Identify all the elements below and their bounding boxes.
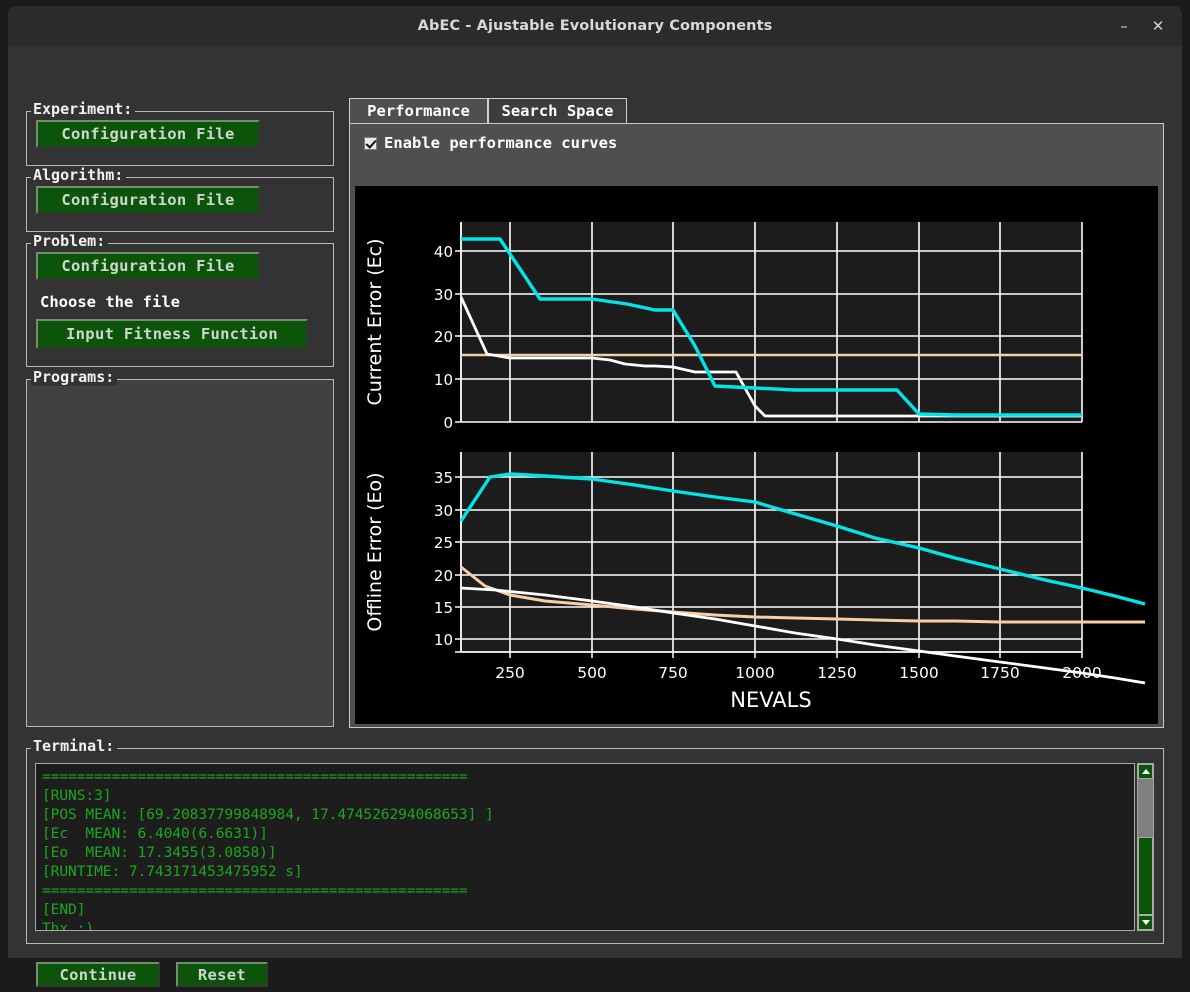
eo-ylabel: Offline Error (Eo) xyxy=(364,472,386,631)
triangle-down-icon xyxy=(1141,920,1150,925)
input-fitness-function-button[interactable]: Input Fitness Function xyxy=(36,319,308,349)
eo-xtick-500: 500 xyxy=(577,664,607,682)
enable-performance-curves-label: Enable performance curves xyxy=(384,134,618,152)
enable-performance-curves-checkbox[interactable] xyxy=(364,136,377,150)
enable-performance-curves-row[interactable]: Enable performance curves xyxy=(364,134,617,152)
eo-xlabel: NEVALS xyxy=(730,688,811,712)
problem-group: Problem: Configuration File Choose the f… xyxy=(26,232,334,367)
eo-xtick-250: 250 xyxy=(495,664,525,682)
eo-ytick-35: 35 xyxy=(434,469,453,487)
tab-strip: Performance Search Space xyxy=(349,98,1164,123)
terminal-text: ========================================… xyxy=(42,768,494,931)
algorithm-config-file-button[interactable]: Configuration File xyxy=(36,186,260,214)
terminal-output[interactable]: ========================================… xyxy=(35,763,1135,931)
eo-ytick-30: 30 xyxy=(434,502,453,520)
experiment-group: Experiment: Configuration File xyxy=(26,100,334,166)
triangle-up-icon xyxy=(1141,769,1150,774)
terminal-group-title: Terminal: xyxy=(31,737,118,755)
eo-ytick-20: 20 xyxy=(434,567,453,585)
continue-button[interactable]: Continue xyxy=(36,962,160,987)
terminal-group: Terminal: ==============================… xyxy=(26,737,1164,944)
ec-ytick-40: 40 xyxy=(434,243,453,261)
ec-ytick-20: 20 xyxy=(434,328,453,346)
scroll-down-button[interactable] xyxy=(1138,915,1153,930)
problem-config-file-button[interactable]: Configuration File xyxy=(36,252,260,280)
programs-group: Programs: xyxy=(26,368,334,727)
tab-page-performance: Enable performance curves 0 10 20 30 40 … xyxy=(349,123,1164,728)
problem-group-title: Problem: xyxy=(31,232,109,250)
scroll-up-button[interactable] xyxy=(1138,764,1153,779)
eo-ytick-10: 10 xyxy=(434,631,453,649)
minimize-button[interactable]: – xyxy=(1114,17,1134,37)
algorithm-group-title: Algorithm: xyxy=(31,166,127,184)
title-bar: AbEC - Ajustable Evolutionary Components… xyxy=(8,6,1182,46)
choose-file-label: Choose the file xyxy=(40,293,180,311)
programs-group-title: Programs: xyxy=(31,368,118,386)
scrollbar-thumb[interactable] xyxy=(1138,837,1153,915)
experiment-group-title: Experiment: xyxy=(31,100,136,118)
notebook: Performance Search Space Enable performa… xyxy=(349,98,1164,728)
performance-plot-canvas: 0 10 20 30 40 Current Error (Ec) 10 15 2… xyxy=(355,186,1158,724)
eo-xtick-2000: 2000 xyxy=(1062,664,1101,682)
eo-xtick-750: 750 xyxy=(658,664,688,682)
close-button[interactable]: ✕ xyxy=(1148,17,1168,37)
app-window: AbEC - Ajustable Evolutionary Components… xyxy=(8,6,1182,987)
ec-ytick-30: 30 xyxy=(434,286,453,304)
bottom-button-bar: Continue Reset xyxy=(26,958,1164,992)
eo-ytick-25: 25 xyxy=(434,534,453,552)
eo-xtick-1000: 1000 xyxy=(735,664,774,682)
tab-search-space[interactable]: Search Space xyxy=(488,98,627,123)
ec-ytick-0: 0 xyxy=(443,414,453,432)
tab-performance[interactable]: Performance xyxy=(349,98,488,123)
window-body: Experiment: Configuration File Algorithm… xyxy=(8,46,1182,987)
algorithm-group: Algorithm: Configuration File xyxy=(26,166,334,232)
ec-ylabel: Current Error (Ec) xyxy=(364,238,386,405)
window-title: AbEC - Ajustable Evolutionary Components xyxy=(417,18,773,34)
eo-xtick-1750: 1750 xyxy=(980,664,1019,682)
eo-xtick-1250: 1250 xyxy=(817,664,856,682)
eo-xtick-1500: 1500 xyxy=(899,664,938,682)
eo-ytick-15: 15 xyxy=(434,599,453,617)
ec-ytick-10: 10 xyxy=(434,371,453,389)
terminal-scrollbar[interactable] xyxy=(1137,763,1154,931)
reset-button[interactable]: Reset xyxy=(176,962,268,987)
performance-charts-svg: 0 10 20 30 40 Current Error (Ec) 10 15 2… xyxy=(355,186,1158,724)
experiment-config-file-button[interactable]: Configuration File xyxy=(36,120,260,148)
chart-current-error: 0 10 20 30 40 Current Error (Ec) xyxy=(364,222,1083,432)
